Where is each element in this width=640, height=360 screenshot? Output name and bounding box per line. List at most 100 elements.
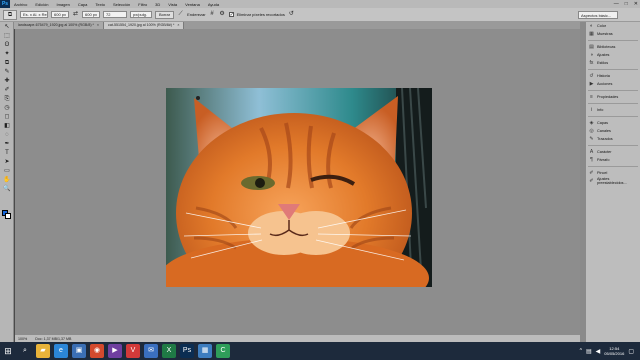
chrome-app-icon[interactable]: ◉ (90, 344, 104, 358)
clock[interactable]: 12:54 05/05/2016 (604, 346, 624, 356)
menu-selecci-n[interactable]: Selección (109, 2, 134, 7)
tool-icon-3[interactable]: ✦ (2, 50, 12, 58)
start-button[interactable]: ⊞ (0, 342, 16, 360)
panel-info[interactable]: i Info (586, 106, 640, 114)
mail-app-icon[interactable]: ✉ (144, 344, 158, 358)
tool-icon-9[interactable]: ◷ (2, 104, 12, 112)
clear-button[interactable]: Borrar (155, 10, 175, 19)
panel-swatches[interactable]: ▦ Muestras (586, 30, 640, 38)
tool-icon-17[interactable]: ✋ (2, 176, 12, 184)
menu-capa[interactable]: Capa (74, 2, 92, 7)
tray-expand-icon[interactable]: ^ (580, 348, 582, 354)
panel-paths[interactable]: ✎ Trazados (586, 135, 640, 143)
panel-layers[interactable]: ◈ Capas (586, 119, 640, 127)
background-color-swatch[interactable] (5, 213, 11, 219)
tool-icon-6[interactable]: ✚ (2, 77, 12, 85)
ps-app-icon[interactable]: Ps (180, 344, 194, 358)
panel-character[interactable]: A Carácter (586, 148, 640, 156)
tool-icon-13[interactable]: ✒ (2, 140, 12, 148)
delete-cropped-pixels-checkbox[interactable]: ✓ (228, 12, 234, 18)
close-tab-icon[interactable]: × (97, 22, 99, 29)
panel-library[interactable]: ▤ Bibliotecas (586, 43, 640, 51)
straighten-icon[interactable]: ⟋ (177, 11, 184, 18)
tool-icon-8[interactable]: ⎘ (2, 95, 12, 103)
panel-styles[interactable]: fx Estilos (586, 59, 640, 67)
tool-icon-12[interactable]: ◌ (2, 131, 12, 139)
crop-width-field[interactable]: 600 px (51, 11, 69, 18)
panel-adjustments[interactable]: ◑ Ajustes (586, 51, 640, 59)
menu-edici-n[interactable]: Edición (31, 2, 52, 7)
panel-actions[interactable]: ▶ Acciones (586, 80, 640, 88)
overlay-grid-icon[interactable]: # (209, 11, 216, 18)
tool-icon-15[interactable]: ➤ (2, 158, 12, 166)
panel-properties[interactable]: ≡ Propiedades (586, 93, 640, 101)
close-tab-icon[interactable]: × (177, 22, 179, 29)
tool-icon-1[interactable]: ⬚ (2, 32, 12, 40)
tool-icon-16[interactable]: ▭ (2, 167, 12, 175)
tool-icon-4[interactable]: ⧉ (2, 59, 12, 67)
camtasia-app-icon[interactable]: C (216, 344, 230, 358)
menu-imagen[interactable]: Imagen (52, 2, 73, 7)
tool-icon-2[interactable]: ʘ (2, 41, 12, 49)
close-button[interactable]: ✕ (634, 1, 638, 7)
menu-ayuda[interactable]: Ayuda (204, 2, 223, 7)
panel-label: Carácter (597, 150, 612, 154)
crop-ratio-select[interactable]: Es. x Al. x Res. (20, 11, 48, 18)
panel-palette[interactable]: ◐ Color (586, 22, 640, 30)
network-icon[interactable]: ▤ (586, 348, 592, 355)
menu-vista[interactable]: Vista (164, 2, 181, 7)
workspace-select[interactable]: Aspectos básic... (578, 11, 618, 19)
menu-3d[interactable]: 3D (151, 2, 164, 7)
panel-dock: ◐ Color ▦ Muestras ▤ Bibliotecas ◑ Ajustes fx Est… (585, 22, 640, 342)
minimize-button[interactable]: — (614, 1, 619, 7)
panel-brush-presets[interactable]: ✐ Ajustes preestablecidos... (586, 177, 640, 185)
menu-texto[interactable]: Texto (91, 2, 109, 7)
crop-tool-preset-picker[interactable]: ⧉ (3, 9, 17, 20)
tool-icon-7[interactable]: ✐ (2, 86, 12, 94)
notifications-icon[interactable]: ▢ (628, 348, 634, 355)
reset-icon[interactable]: ↺ (288, 11, 295, 18)
tool-icon-18[interactable]: 🔍 (2, 185, 12, 193)
app-icon[interactable]: ▦ (198, 344, 212, 358)
explorer-app-icon[interactable]: ▰ (36, 344, 50, 358)
tab-cat-document[interactable]: cat-551554_1920.jpg al 100% (RGB/8#) * × (104, 22, 185, 29)
layers-icon: ◈ (589, 120, 594, 126)
menu-ventana[interactable]: Ventana (181, 2, 204, 7)
tab-label: cat-551554_1920.jpg al 100% (RGB/8#) * (108, 23, 175, 27)
swatches-icon: ▦ (589, 31, 594, 37)
ie-app-icon[interactable]: e (54, 344, 68, 358)
channels-icon: ◎ (589, 128, 594, 134)
panel-label: Ajustes preestablecidos... (596, 177, 627, 185)
tool-icon-14[interactable]: T (2, 149, 12, 157)
media-app-icon[interactable]: ▶ (108, 344, 122, 358)
panel-brush[interactable]: ✐ Pincel (586, 169, 640, 177)
resolution-field[interactable]: 72 (103, 11, 127, 18)
volume-icon[interactable]: ◀ (596, 348, 601, 355)
menu-filtro[interactable]: Filtro (134, 2, 151, 7)
resolution-unit-select[interactable]: px/pulg. (130, 11, 152, 18)
vivaldi-app-icon[interactable]: V (126, 344, 140, 358)
swap-dimensions-icon[interactable]: ⇄ (72, 11, 79, 18)
zoom-level[interactable]: 100% (18, 337, 27, 341)
tool-icon-0[interactable]: ↖ (2, 23, 12, 31)
store-app-icon[interactable]: ▣ (72, 344, 86, 358)
menu-archivo[interactable]: Archivo (10, 2, 31, 7)
panel-channels[interactable]: ◎ Canales (586, 127, 640, 135)
search-app-icon[interactable]: ⌕ (18, 344, 32, 358)
panel-label: Párrafo (597, 158, 610, 162)
canvas-area[interactable] (15, 29, 580, 334)
tool-icon-11[interactable]: ◧ (2, 122, 12, 130)
tab-landscape-document[interactable]: landscape-675479_1920.jpg al 100% (RGB/8… (14, 22, 105, 29)
crop-height-field[interactable]: 600 px (82, 11, 100, 18)
document-size[interactable]: Doc: 1,37 MB/1,37 MB (35, 337, 71, 341)
cat-image (166, 88, 432, 287)
cat-photo[interactable] (166, 88, 432, 287)
straighten-label[interactable]: Enderezar (187, 12, 205, 17)
panel-paragraph[interactable]: ¶ Párrafo (586, 156, 640, 164)
tool-icon-5[interactable]: ✎ (2, 68, 12, 76)
maximize-button[interactable]: □ (625, 1, 628, 7)
panel-history[interactable]: ↺ Historia (586, 72, 640, 80)
excel-app-icon[interactable]: X (162, 344, 176, 358)
settings-gear-icon[interactable]: ⚙ (219, 11, 226, 18)
tool-icon-10[interactable]: ◻ (2, 113, 12, 121)
